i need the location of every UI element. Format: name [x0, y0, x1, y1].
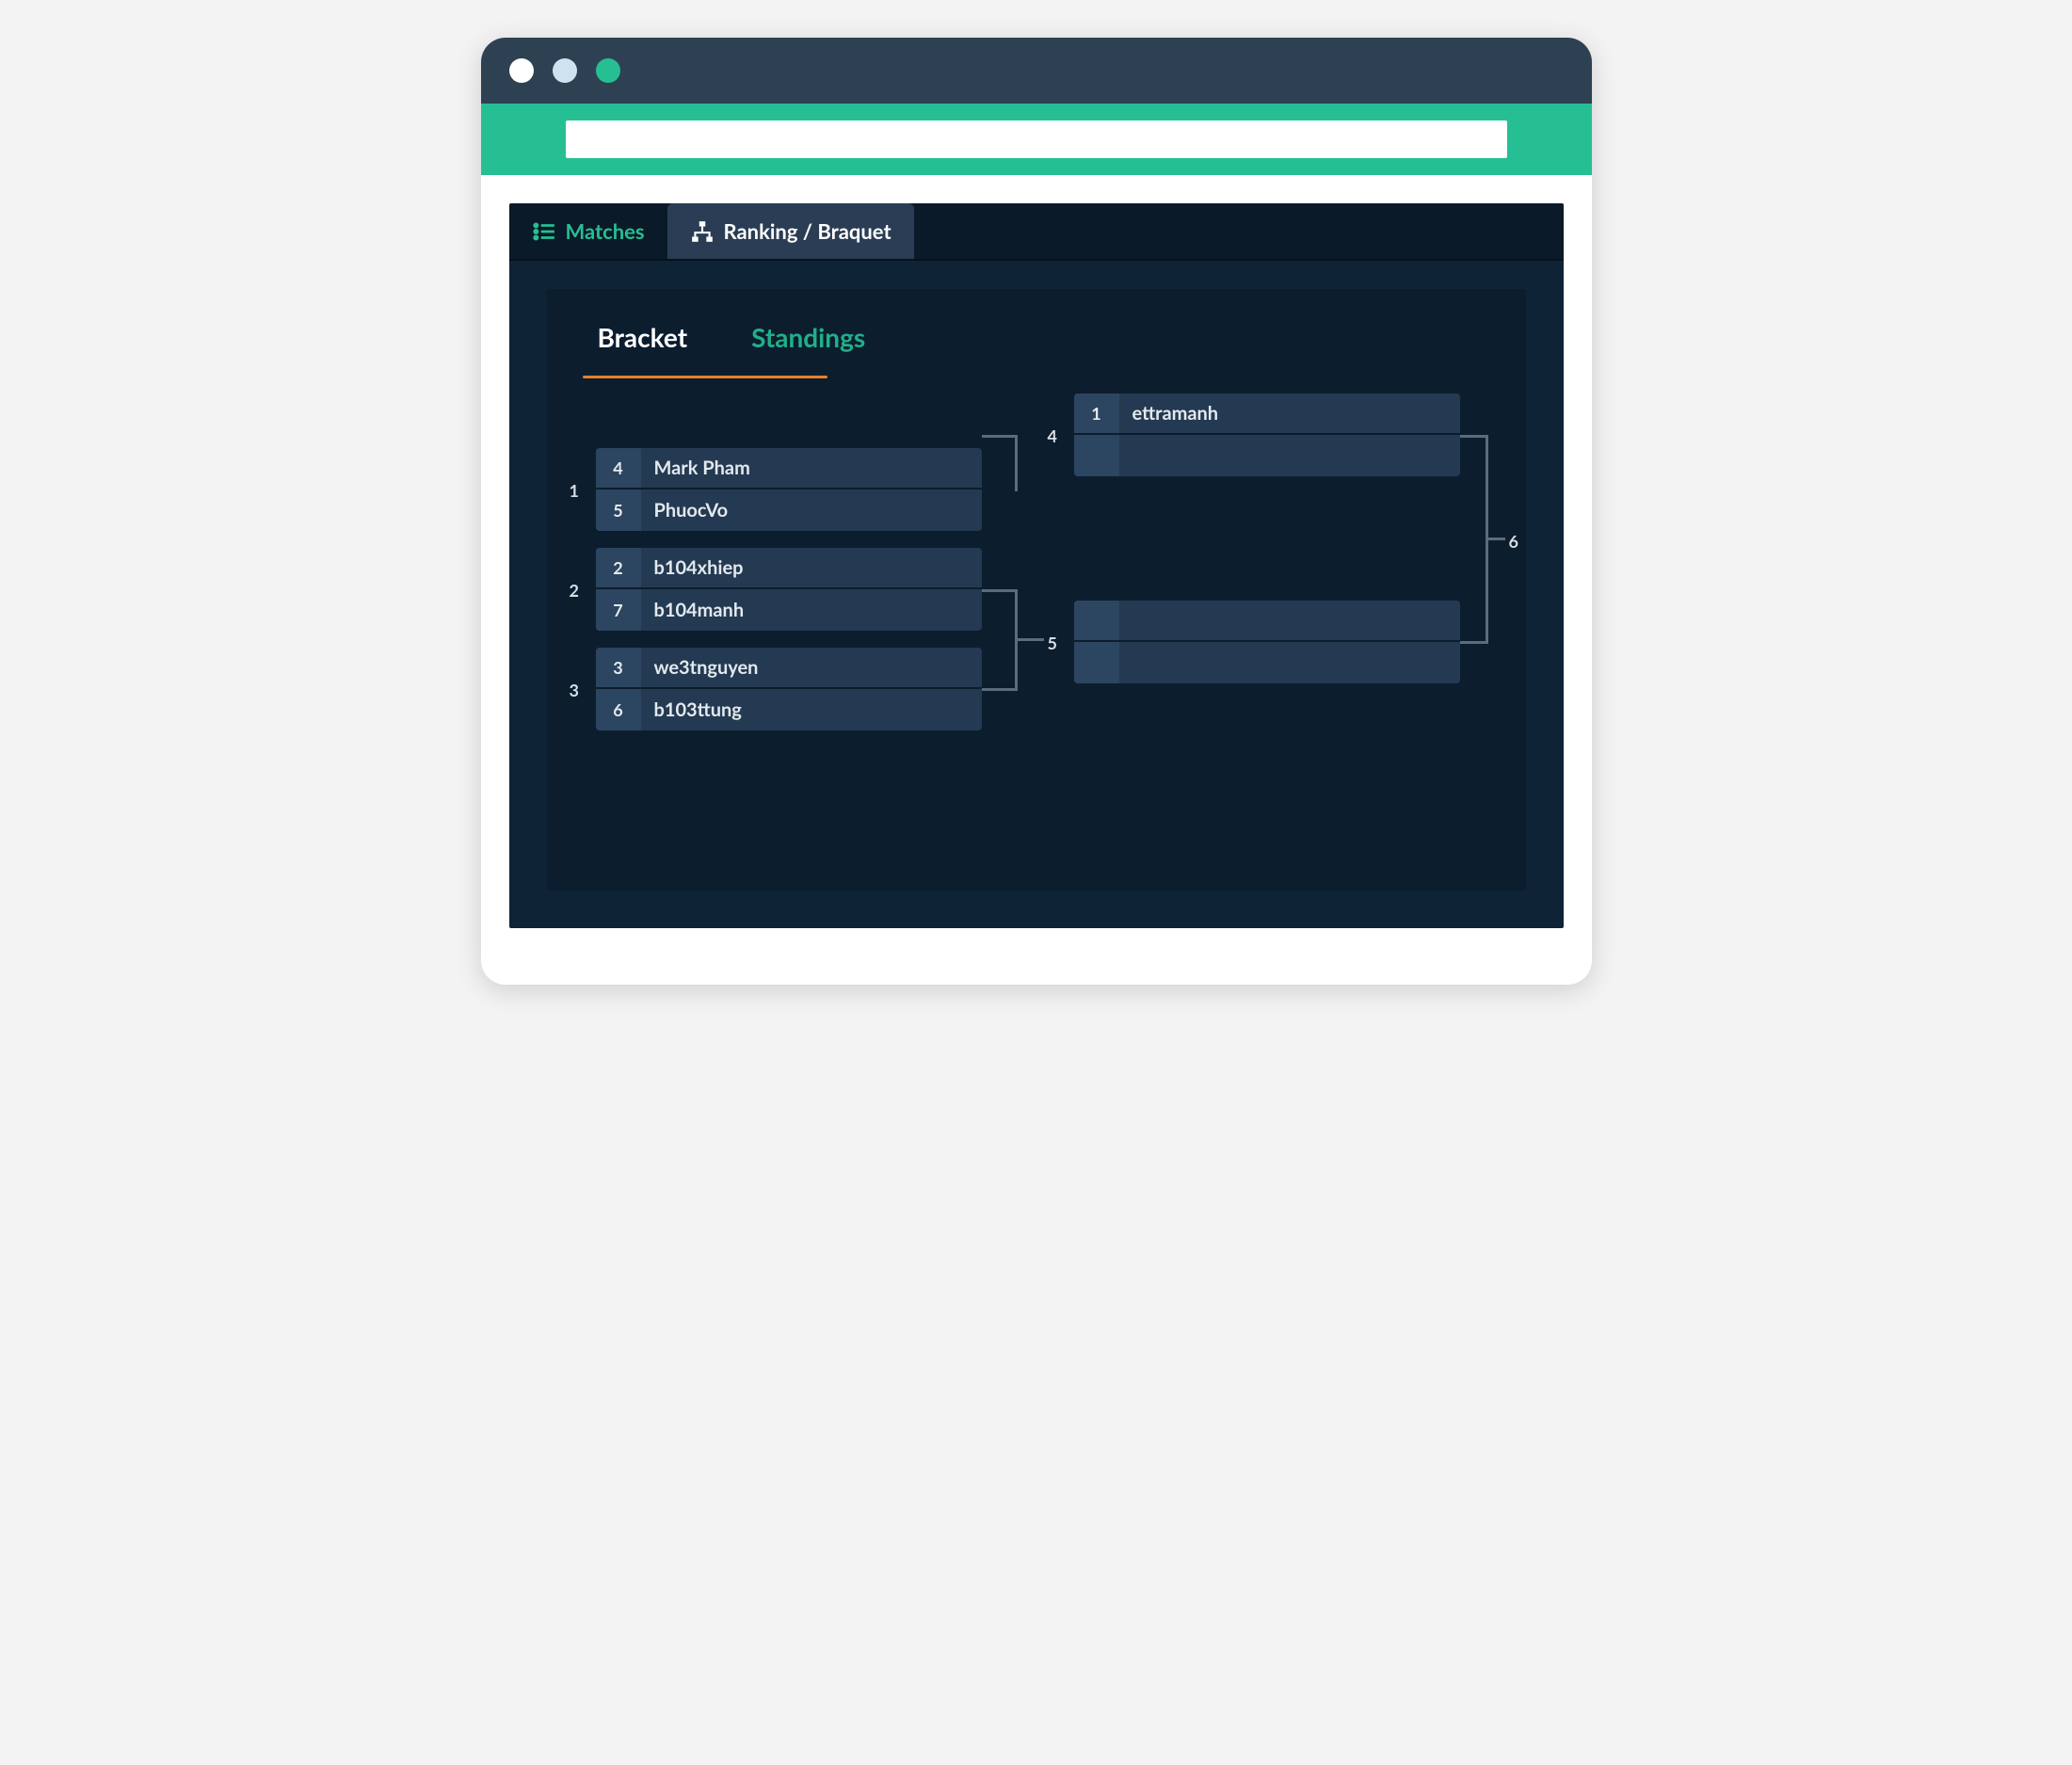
match-5[interactable] — [1074, 601, 1460, 683]
browser-window: Matches Ranking / Braquet Bracket — [481, 38, 1592, 985]
bracket-area: 1 4 Mark Pham 5 PhuocVo 2 — [566, 401, 1507, 834]
browser-titlebar — [481, 38, 1592, 104]
match-label-2: 2 — [570, 580, 579, 601]
browser-url-input[interactable] — [566, 120, 1507, 158]
match-2-player-1: b104xhiep — [641, 556, 744, 579]
window-dot-max[interactable] — [596, 58, 620, 83]
match-4-seed-1: 1 — [1074, 393, 1119, 433]
match-3-player-1: we3tnguyen — [641, 656, 759, 679]
match-label-5: 5 — [1048, 633, 1057, 653]
match-3-player-2: b103ttung — [641, 698, 742, 721]
match-5-slot-1 — [1074, 601, 1460, 642]
match-1-slot-1: 4 Mark Pham — [596, 448, 982, 489]
match-2[interactable]: 2 b104xhiep 7 b104manh — [596, 548, 982, 631]
match-label-3: 3 — [570, 680, 579, 700]
match-1[interactable]: 4 Mark Pham 5 PhuocVo — [596, 448, 982, 531]
match-5-slot-2 — [1074, 642, 1460, 683]
connector-m6-lead — [1488, 538, 1505, 540]
match-4-player-1: ettramanh — [1119, 402, 1219, 425]
match-1-seed-2: 5 — [596, 489, 641, 531]
tab-matches-label: Matches — [566, 218, 645, 244]
connector-m2m3-m5 — [982, 589, 1018, 691]
window-dot-min[interactable] — [553, 58, 577, 83]
tab-ranking-label: Ranking / Braquet — [724, 218, 891, 244]
tournament-app: Matches Ranking / Braquet Bracket — [509, 203, 1564, 928]
match-1-player-1: Mark Pham — [641, 457, 750, 479]
page-body: Matches Ranking / Braquet Bracket — [481, 175, 1592, 985]
match-4-slot-2 — [1074, 435, 1460, 476]
match-3-seed-1: 3 — [596, 648, 641, 687]
tab-matches[interactable]: Matches — [509, 203, 667, 259]
match-3[interactable]: 3 we3tnguyen 6 b103ttung — [596, 648, 982, 730]
connector-m1-m4 — [982, 435, 1018, 491]
sub-tab-bar: Bracket Standings — [566, 308, 1507, 376]
sub-tab-bracket[interactable]: Bracket — [594, 315, 692, 366]
window-dot-close[interactable] — [509, 58, 534, 83]
tab-ranking[interactable]: Ranking / Braquet — [667, 203, 914, 259]
match-5-seed-1 — [1074, 601, 1119, 640]
match-2-slot-2: 7 b104manh — [596, 589, 982, 631]
match-2-player-2: b104manh — [641, 599, 745, 621]
active-tab-underline — [583, 376, 827, 378]
match-3-slot-1: 3 we3tnguyen — [596, 648, 982, 689]
match-1-slot-2: 5 PhuocVo — [596, 489, 982, 531]
connector-m5-lead — [1018, 638, 1044, 641]
match-1-player-2: PhuocVo — [641, 499, 729, 521]
match-2-seed-1: 2 — [596, 548, 641, 587]
top-tab-bar: Matches Ranking / Braquet — [509, 203, 1564, 261]
match-5-seed-2 — [1074, 642, 1119, 683]
match-label-1: 1 — [570, 480, 579, 501]
match-4[interactable]: 1 ettramanh — [1074, 393, 1460, 476]
match-2-seed-2: 7 — [596, 589, 641, 631]
sub-tab-standings[interactable]: Standings — [747, 315, 869, 366]
match-4-seed-2 — [1074, 435, 1119, 476]
bracket-icon — [690, 219, 715, 244]
match-3-seed-2: 6 — [596, 689, 641, 730]
bracket-panel: Bracket Standings 1 4 Mark Pham — [547, 289, 1526, 891]
sub-tab-bracket-label: Bracket — [598, 321, 688, 353]
connector-m4m5-m6 — [1460, 435, 1488, 644]
match-2-slot-1: 2 b104xhiep — [596, 548, 982, 589]
match-1-seed-1: 4 — [596, 448, 641, 488]
match-label-4: 4 — [1048, 425, 1057, 446]
match-label-6: 6 — [1509, 531, 1518, 552]
match-4-slot-1: 1 ettramanh — [1074, 393, 1460, 435]
browser-toolbar — [481, 104, 1592, 175]
match-3-slot-2: 6 b103ttung — [596, 689, 982, 730]
list-icon — [532, 219, 556, 244]
sub-tab-standings-label: Standings — [751, 321, 865, 353]
